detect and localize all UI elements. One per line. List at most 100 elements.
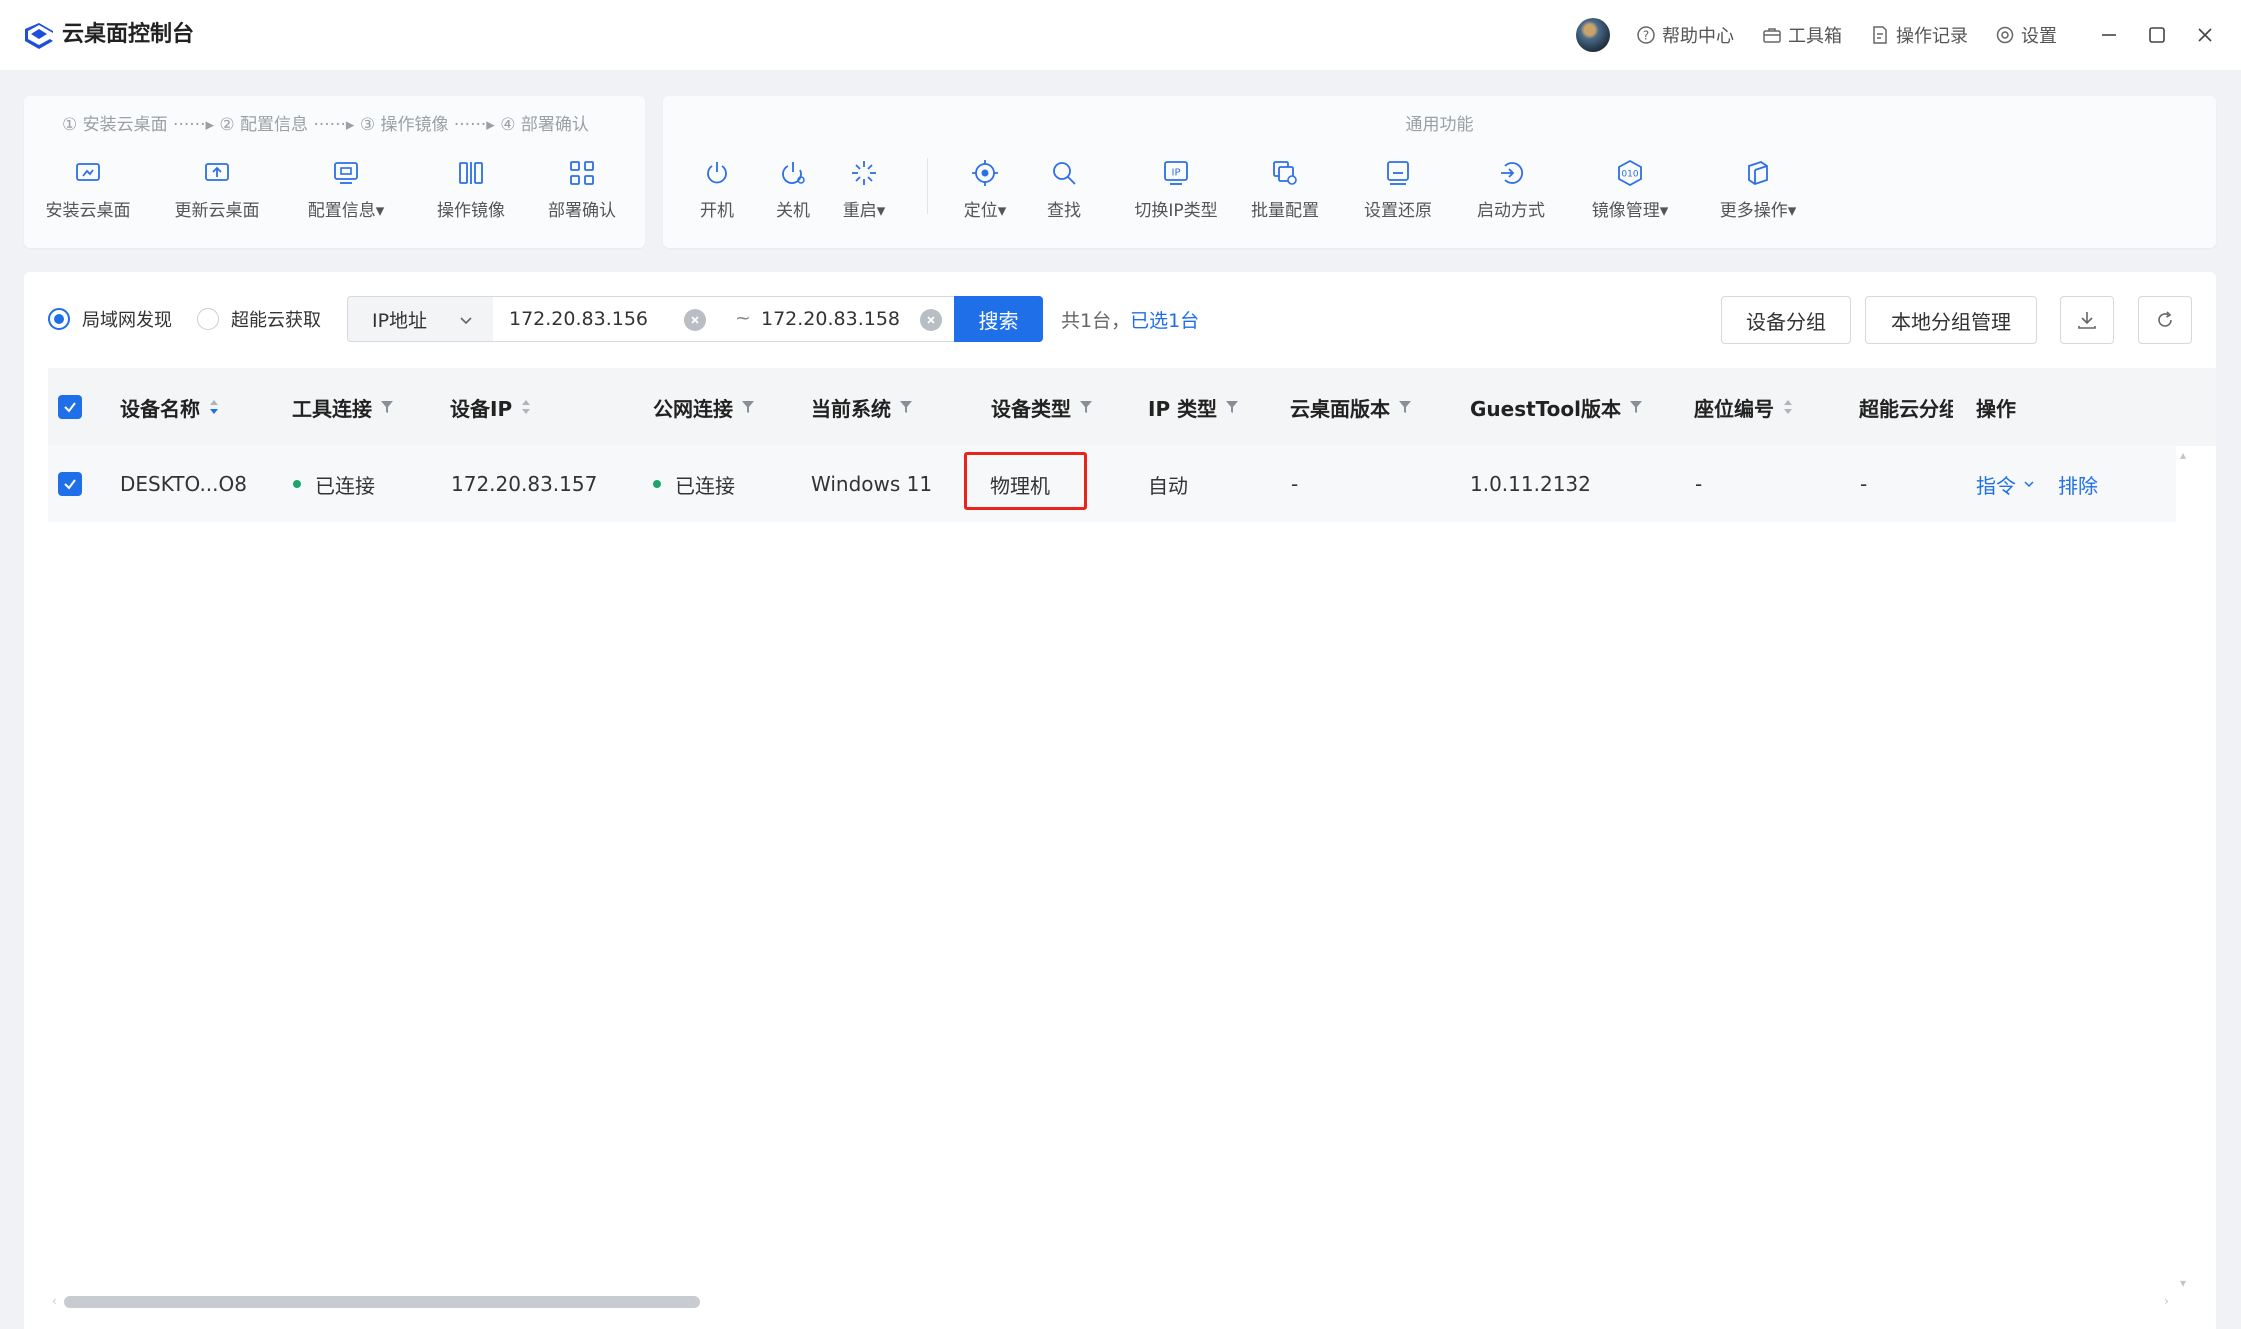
col-seat-number-label: 座位编号 — [1694, 396, 1774, 421]
restart-button[interactable]: 重启▾ — [824, 158, 904, 221]
power-off-button[interactable]: 关机 — [753, 158, 833, 221]
sort-icon[interactable] — [520, 397, 532, 417]
scroll-left-arrow[interactable]: ‹ — [52, 1294, 57, 1308]
col-device-ip[interactable]: 设备IP — [450, 368, 532, 446]
exclude-link[interactable]: 排除 — [2058, 446, 2098, 522]
power-off-icon — [782, 162, 805, 184]
col-public-conn[interactable]: 公网连接 — [653, 368, 755, 446]
filter-icon[interactable] — [380, 399, 394, 415]
ip-end-input[interactable]: 172.20.83.158 — [761, 308, 900, 330]
col-current-os[interactable]: 当前系统 — [811, 368, 913, 446]
toolbox-link[interactable]: 工具箱 — [1762, 22, 1842, 48]
maximize-button[interactable] — [2142, 20, 2172, 50]
scroll-right-arrow[interactable]: › — [2164, 1294, 2169, 1308]
locate-button[interactable]: 定位▾ — [935, 158, 1035, 221]
avatar[interactable] — [1576, 18, 1610, 52]
switch-ip-type-button[interactable]: IP 切换IP类型 — [1116, 158, 1236, 221]
power-on-button[interactable]: 开机 — [677, 158, 757, 221]
selected-count-link[interactable]: 已选1台 — [1130, 310, 1199, 332]
command-dropdown[interactable]: 指令 — [1976, 446, 2036, 522]
close-button[interactable] — [2190, 20, 2220, 50]
cell-current-os: Windows 11 — [811, 472, 933, 496]
deploy-confirm-button[interactable]: 部署确认 — [532, 158, 632, 221]
select-all-checkbox[interactable] — [58, 395, 82, 419]
filter-icon[interactable] — [741, 399, 755, 415]
radio-unselected-dot — [197, 308, 219, 330]
sort-icon[interactable] — [1782, 397, 1794, 417]
col-cloud-group-label: 超能云分组 — [1859, 396, 1953, 421]
locate-label: 定位▾ — [963, 201, 1007, 221]
col-cloud-group[interactable]: 超能云分组 — [1859, 368, 1953, 446]
maximize-icon — [2149, 27, 2165, 43]
radio-lan-label: 局域网发现 — [82, 310, 172, 331]
col-ip-type[interactable]: IP 类型 — [1148, 368, 1239, 446]
search-button[interactable]: 搜索 — [954, 296, 1043, 342]
col-actions: 操作 — [1976, 368, 2016, 446]
scroll-down-arrow[interactable]: ▾ — [2180, 1276, 2186, 1290]
clear-icon — [691, 316, 699, 324]
settings-label: 设置 — [2021, 26, 2057, 47]
col-seat-number[interactable]: 座位编号 — [1694, 368, 1794, 446]
restart-label: 重启▾ — [842, 201, 886, 221]
filter-icon[interactable] — [899, 399, 913, 415]
cell-desktop-version: - — [1291, 472, 1299, 496]
device-panel: 局域网发现 超能云获取 IP地址 172.20.83.156 ~ 172.20.… — [24, 272, 2216, 1329]
deploy-steps-card: ① 安装云桌面 ······▸ ② 配置信息 ······▸ ③ 操作镜像 ··… — [24, 96, 645, 248]
image-manage-button[interactable]: 010 镜像管理▾ — [1580, 158, 1680, 221]
check-icon — [64, 479, 76, 490]
filter-icon[interactable] — [1398, 399, 1412, 415]
cell-device-name: DESKTO...O8 — [120, 472, 247, 496]
col-tool-conn[interactable]: 工具连接 — [292, 368, 394, 446]
download-icon — [2078, 312, 2096, 329]
help-center-link[interactable]: ? 帮助中心 — [1636, 22, 1734, 48]
ip-type-select[interactable]: IP地址 — [347, 296, 494, 342]
connected-status-dot — [293, 480, 301, 488]
filter-icon[interactable] — [1225, 399, 1239, 415]
operate-mirror-button[interactable]: 操作镜像 — [421, 158, 521, 221]
update-desktop-icon — [205, 163, 229, 181]
sort-icon[interactable] — [208, 397, 220, 417]
ip-type-value: IP地址 — [372, 309, 428, 332]
clear-ip-end-button[interactable] — [920, 309, 942, 331]
ip-start-input[interactable]: 172.20.83.156 — [509, 308, 648, 330]
switch-ip-icon: IP — [1164, 161, 1188, 185]
device-group-button[interactable]: 设备分组 — [1721, 296, 1851, 344]
col-device-name[interactable]: 设备名称 — [120, 368, 220, 446]
check-icon — [64, 402, 76, 413]
operation-log-link[interactable]: 操作记录 — [1870, 22, 1968, 48]
col-device-type[interactable]: 设备类型 — [991, 368, 1093, 446]
row-checkbox[interactable] — [58, 472, 82, 496]
config-monitor-icon — [334, 162, 358, 184]
app-logo-icon — [25, 23, 53, 49]
filter-icon[interactable] — [1079, 399, 1093, 415]
scroll-up-arrow[interactable]: ▴ — [2180, 448, 2186, 462]
device-type-highlight-box — [964, 452, 1087, 510]
col-guesttool-version[interactable]: GuestTool版本 — [1470, 368, 1643, 446]
filter-icon[interactable] — [1629, 399, 1643, 415]
install-desktop-button[interactable]: 安装云桌面 — [38, 158, 138, 221]
export-button[interactable] — [2060, 296, 2114, 344]
refresh-button[interactable] — [2138, 296, 2192, 344]
local-group-manage-button[interactable]: 本地分组管理 — [1865, 296, 2037, 344]
radio-cloud-fetch[interactable]: 超能云获取 — [197, 306, 321, 332]
restore-settings-button[interactable]: 设置还原 — [1348, 158, 1448, 221]
clear-icon — [927, 316, 935, 324]
command-label: 指令 — [1976, 473, 2016, 498]
minimize-button[interactable] — [2094, 20, 2124, 50]
update-desktop-button[interactable]: 更新云桌面 — [167, 158, 267, 221]
clear-ip-start-button[interactable] — [684, 309, 706, 331]
settings-link[interactable]: 设置 — [1995, 22, 2057, 48]
more-ops-button[interactable]: 更多操作▾ — [1708, 158, 1808, 221]
gear-icon — [1996, 26, 2014, 44]
find-button[interactable]: 查找 — [1024, 158, 1104, 221]
range-separator: ~ — [735, 307, 751, 329]
col-desktop-version[interactable]: 云桌面版本 — [1290, 368, 1412, 446]
radio-lan-discovery[interactable]: 局域网发现 — [48, 306, 172, 332]
batch-config-button[interactable]: 批量配置 — [1235, 158, 1335, 221]
boot-mode-button[interactable]: 启动方式 — [1461, 158, 1561, 221]
col-guesttool-version-label: GuestTool版本 — [1470, 396, 1622, 421]
horizontal-scrollbar-thumb[interactable] — [64, 1296, 700, 1308]
config-info-button[interactable]: 配置信息▾ — [296, 158, 396, 221]
cell-device-ip: 172.20.83.157 — [451, 472, 598, 496]
table-row[interactable]: DESKTO...O8 已连接 172.20.83.157 已连接 Window… — [48, 446, 2176, 522]
